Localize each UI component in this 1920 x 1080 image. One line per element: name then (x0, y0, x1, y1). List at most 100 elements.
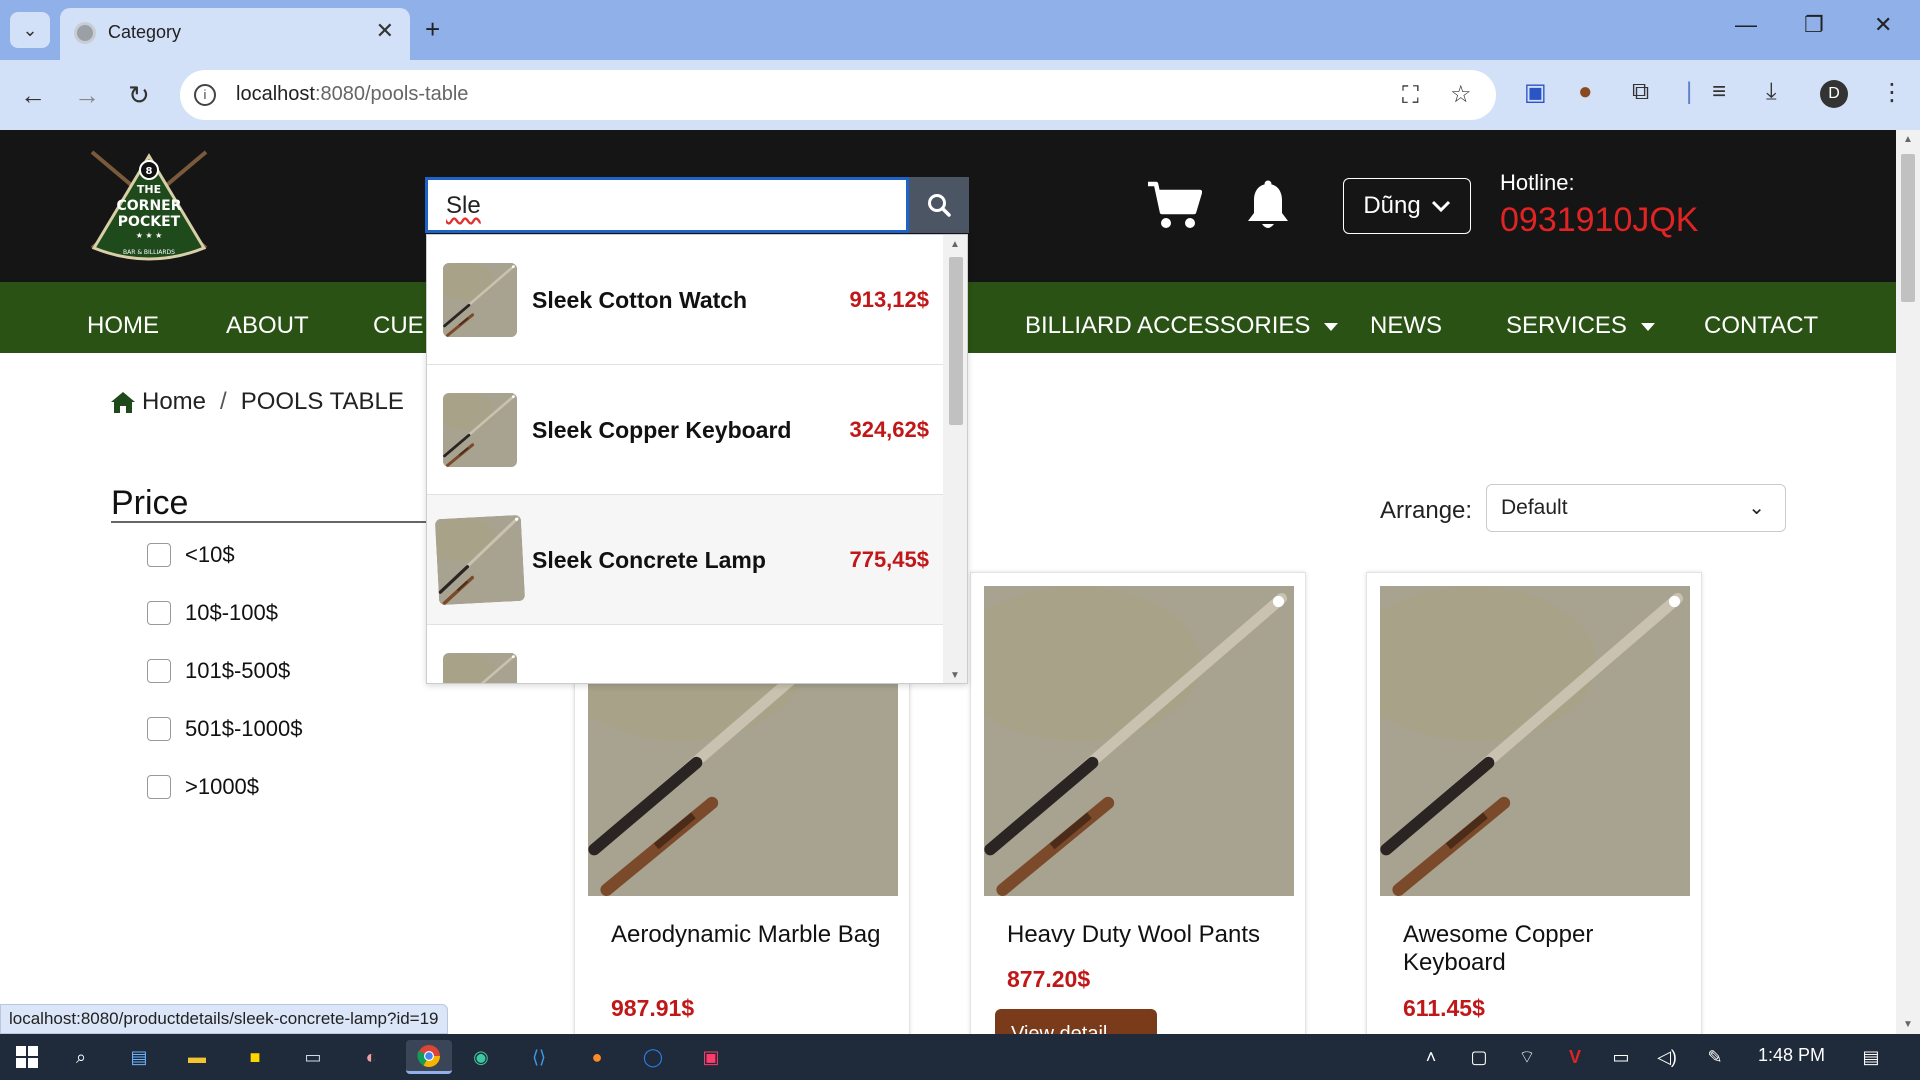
back-icon[interactable]: ← (20, 80, 46, 111)
arrange-select[interactable]: Default ⌄ (1486, 484, 1786, 532)
nav-billiard-accessories[interactable]: BILLIARD ACCESSORIES (1025, 312, 1339, 340)
intellij-icon[interactable]: ▣ (694, 1040, 728, 1074)
address-bar[interactable]: i localhost:8080/pools-table ⛶ ☆ (180, 70, 1496, 120)
nav-about[interactable]: ABOUT (226, 312, 309, 340)
bell-icon[interactable] (1245, 180, 1291, 232)
browser-toolbar: ← → ↻ i localhost:8080/pools-table ⛶ ☆ ▣… (0, 60, 1920, 130)
suggestions-scrollbar[interactable]: ▲ ▼ (943, 235, 967, 683)
chrome-icon[interactable] (406, 1040, 452, 1074)
store-icon[interactable]: ▤ (122, 1040, 156, 1074)
divider (111, 521, 431, 523)
checkbox[interactable] (147, 543, 171, 567)
profile-avatar[interactable]: D (1820, 80, 1848, 108)
search-input[interactable]: Sle (425, 177, 909, 233)
media-icon[interactable]: ≡ (1712, 78, 1726, 106)
info-icon[interactable]: i (194, 84, 216, 106)
product-card[interactable]: Heavy Duty Wool Pants 877.20$ View detai… (970, 572, 1306, 1057)
arrange-value: Default (1501, 496, 1568, 519)
checkbox[interactable] (147, 601, 171, 625)
status-bar-url: localhost:8080/productdetails/sleek-conc… (0, 1004, 448, 1034)
breadcrumb-separator: / (220, 388, 227, 415)
nav-home[interactable]: HOME (87, 312, 159, 340)
notification-icon[interactable]: ▤ (1854, 1040, 1888, 1074)
price-option-101-500[interactable]: 101$-500$ (147, 658, 290, 684)
scroll-down-icon[interactable]: ▼ (950, 670, 960, 681)
sticky-notes-icon[interactable]: ■ (238, 1040, 272, 1074)
nav-services[interactable]: SERVICES (1506, 312, 1655, 340)
chevron-down-icon: ⌄ (22, 19, 38, 40)
price-option-10-100[interactable]: 10$-100$ (147, 600, 278, 626)
tab-list-button[interactable]: ⌄ (10, 12, 50, 48)
cart-icon[interactable] (1146, 180, 1202, 230)
svg-text:POCKET: POCKET (118, 214, 181, 230)
search-icon (928, 194, 951, 217)
product-name[interactable]: Awesome Copper Keyboard (1403, 921, 1673, 977)
extensions-icon[interactable]: ⧉ (1632, 78, 1649, 106)
translate-icon[interactable]: ⛶ (1402, 82, 1419, 110)
zalo-icon[interactable]: ◯ (636, 1040, 670, 1074)
firefox-icon[interactable]: ● (580, 1040, 614, 1074)
nav-news[interactable]: NEWS (1370, 312, 1442, 340)
product-name[interactable]: Aerodynamic Marble Bag (611, 921, 881, 949)
search-icon[interactable]: ⌕ (64, 1040, 98, 1074)
close-tab-icon[interactable]: ✕ (376, 18, 394, 44)
wifi-icon[interactable]: ⌔ (1510, 1040, 1544, 1074)
app-icon[interactable]: ▭ (296, 1040, 330, 1074)
forward-icon[interactable]: → (74, 80, 100, 111)
search-button[interactable] (909, 177, 969, 233)
globe-icon (74, 22, 96, 44)
pen-icon[interactable]: ✎ (1698, 1040, 1732, 1074)
chevron-up-icon[interactable]: ˄ (1414, 1040, 1448, 1074)
price-option-gt1000[interactable]: >1000$ (147, 774, 259, 800)
divider: | (1686, 78, 1693, 105)
nav-contact[interactable]: CONTACT (1704, 312, 1818, 340)
checkbox[interactable] (147, 717, 171, 741)
checkbox[interactable] (147, 659, 171, 683)
taskbar-clock[interactable]: 1:48 PM (1758, 1045, 1825, 1066)
minimize-icon[interactable]: — (1735, 12, 1757, 38)
page-scrollbar[interactable]: ▲ ▼ (1896, 130, 1920, 1034)
browser-tab[interactable]: Category ✕ (60, 8, 410, 60)
price-option-501-1000[interactable]: 501$-1000$ (147, 716, 302, 742)
cookie-icon[interactable]: ● (1578, 78, 1593, 106)
scroll-down-icon[interactable]: ▼ (1903, 1019, 1913, 1030)
paint-icon[interactable]: ◐ (354, 1040, 388, 1074)
reload-icon[interactable]: ↻ (128, 80, 150, 111)
suggestion-item[interactable]: Sleek Cotton Watch 913,12$ (427, 235, 943, 365)
breadcrumb-home[interactable]: Home (142, 388, 206, 416)
scrollbar-thumb[interactable] (949, 257, 963, 425)
battery-icon[interactable]: ▭ (1604, 1040, 1638, 1074)
product-image[interactable] (984, 586, 1294, 896)
scrollbar-thumb[interactable] (1901, 154, 1915, 302)
product-card[interactable]: Awesome Copper Keyboard 611.45$ (1366, 572, 1702, 1052)
scroll-up-icon[interactable]: ▲ (950, 239, 960, 250)
new-tab-icon[interactable]: + (425, 14, 440, 45)
scroll-up-icon[interactable]: ▲ (1903, 134, 1913, 145)
suggestion-item[interactable]: Sleek Copper Keyboard 324,62$ (427, 365, 943, 495)
vpn-icon[interactable]: V (1558, 1040, 1592, 1074)
suggestion-item[interactable]: Sleek Concrete Lamp 775,45$ (427, 495, 943, 625)
user-dropdown[interactable]: Dũng (1343, 178, 1471, 234)
restore-icon[interactable]: ❐ (1804, 12, 1824, 38)
corner-pocket-logo[interactable]: 8 THE CORNER POCKET ★ ★ ★ BAR & BILLIARD… (88, 148, 210, 266)
product-image[interactable] (1380, 586, 1690, 896)
hotline-number[interactable]: 0931910JQK (1500, 201, 1699, 240)
price-option-lt10[interactable]: <10$ (147, 542, 235, 568)
product-name[interactable]: Heavy Duty Wool Pants (1007, 921, 1277, 949)
download-icon[interactable]: ⤓ (1766, 78, 1777, 106)
close-window-icon[interactable]: ✕ (1874, 12, 1892, 38)
menu-icon[interactable]: ⋮ (1880, 78, 1904, 107)
suggestion-item[interactable] (427, 625, 943, 683)
chevron-down-icon (1431, 200, 1450, 212)
extension-translate-icon[interactable]: ▣ (1524, 78, 1547, 107)
meet-icon[interactable]: ▢ (1462, 1040, 1496, 1074)
star-icon[interactable]: ☆ (1450, 80, 1472, 109)
edge-icon[interactable]: ◉ (464, 1040, 498, 1074)
volume-icon[interactable]: ◁) (1650, 1040, 1684, 1074)
windows-start-icon[interactable] (10, 1040, 44, 1074)
file-explorer-icon[interactable]: ▬ (180, 1040, 214, 1074)
vscode-icon[interactable]: ⟨⟩ (522, 1040, 556, 1074)
svg-text:CORNER: CORNER (116, 198, 181, 214)
breadcrumb-current: POOLS TABLE (240, 388, 404, 415)
checkbox[interactable] (147, 775, 171, 799)
